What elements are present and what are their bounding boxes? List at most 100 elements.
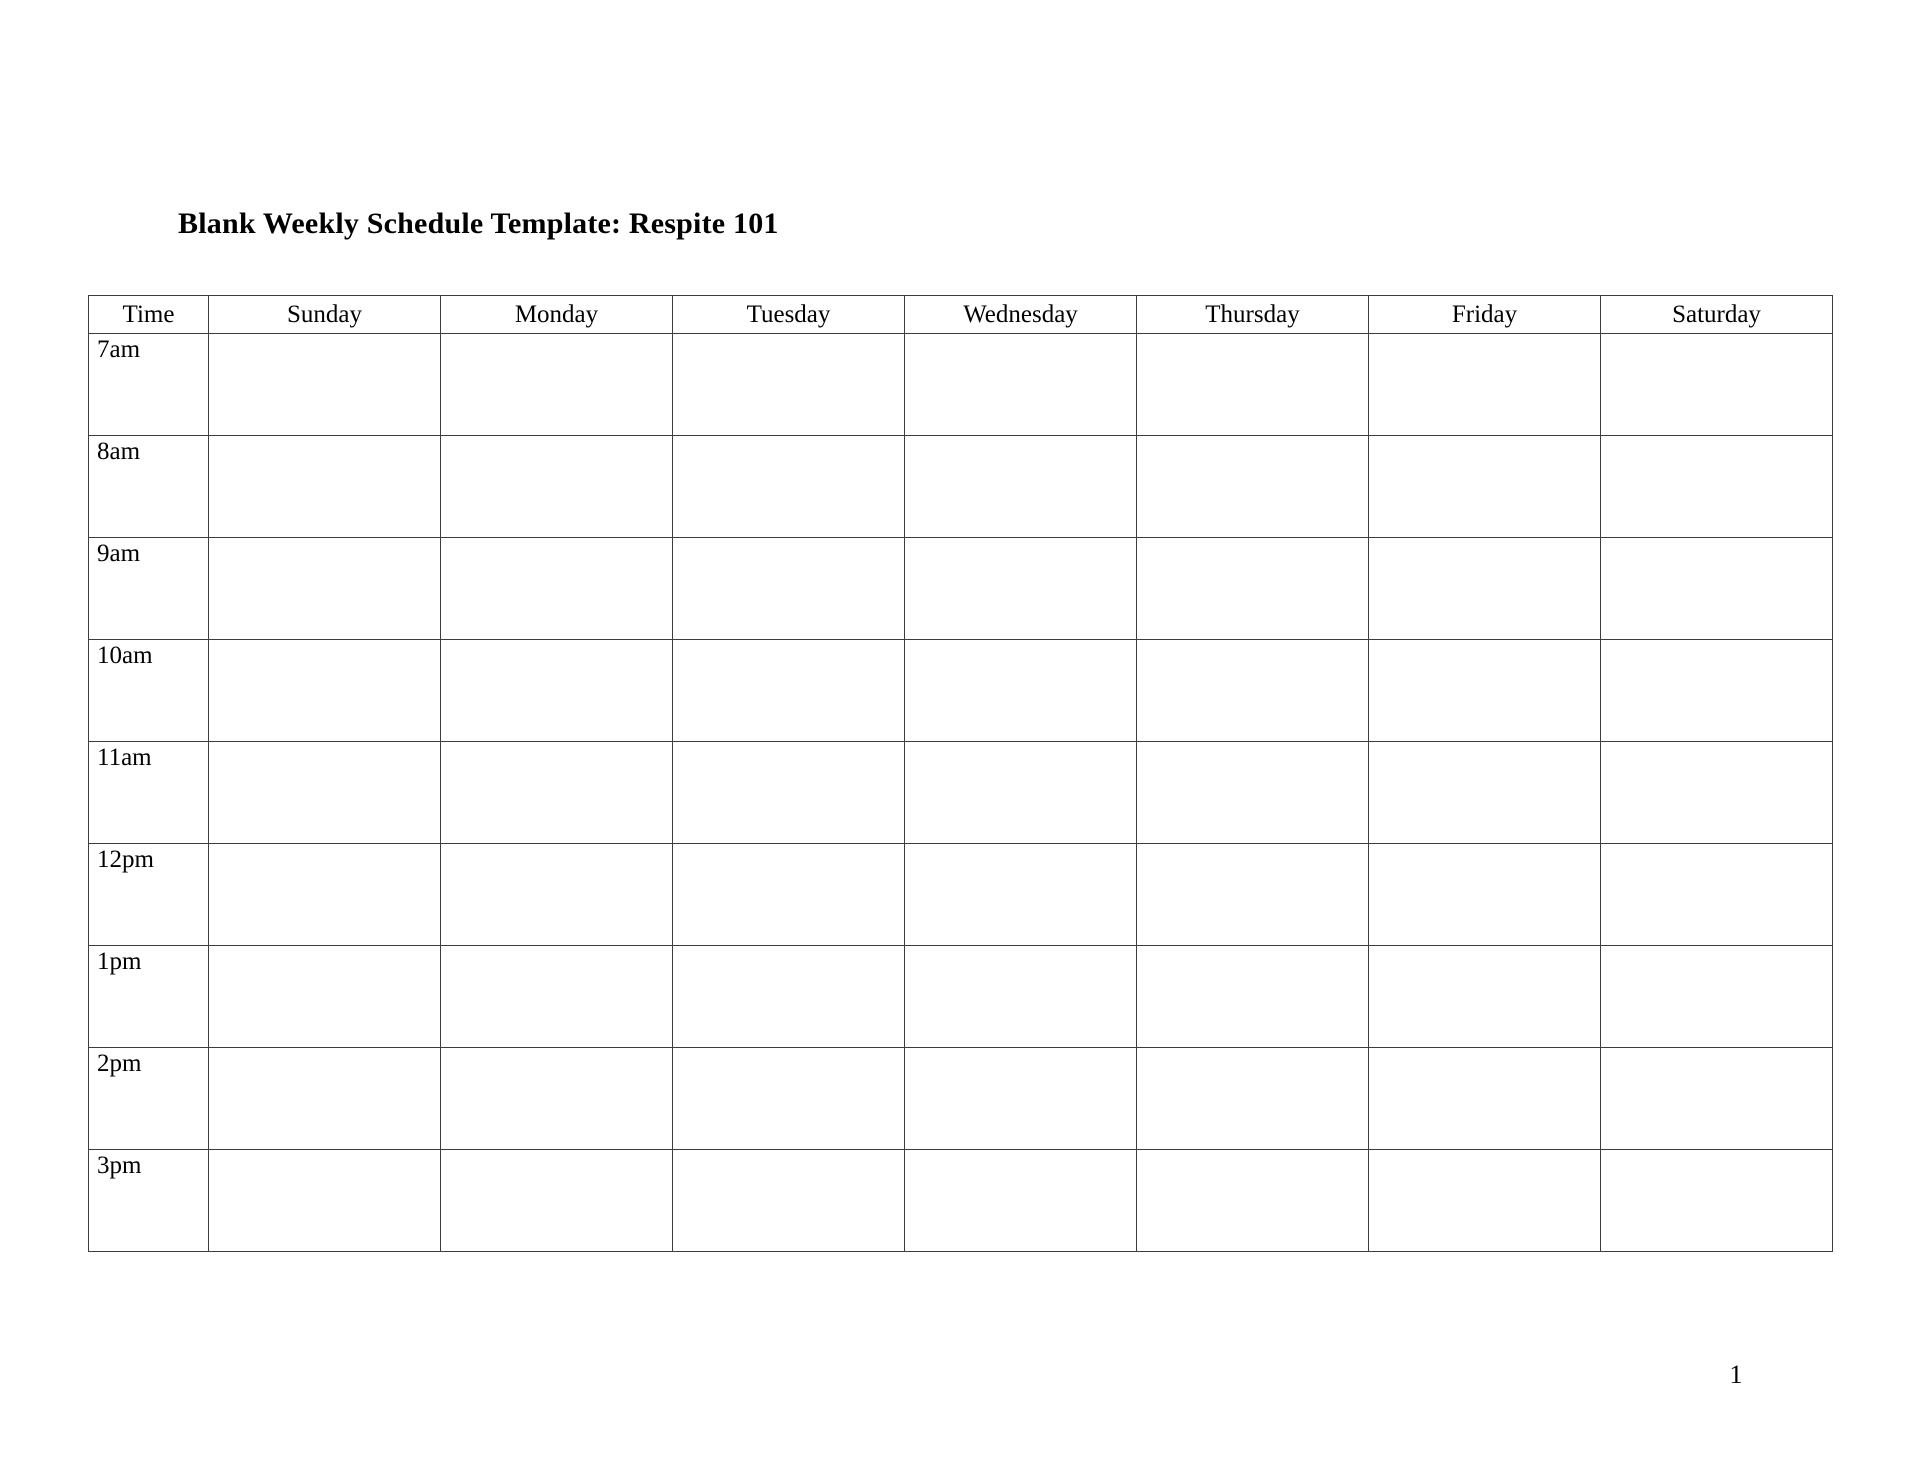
schedule-slot-thursday[interactable]	[1136, 741, 1369, 844]
schedule-slot-wednesday[interactable]	[904, 537, 1137, 640]
column-header-monday: Monday	[440, 295, 673, 334]
page-title: Blank Weekly Schedule Template: Respite …	[178, 207, 779, 240]
schedule-slot-friday[interactable]	[1368, 537, 1601, 640]
header-row: Time Sunday Monday Tuesday Wednesday Thursday…	[88, 295, 1833, 334]
schedule-slot-wednesday[interactable]	[904, 1149, 1137, 1252]
schedule-slot-tuesday[interactable]	[672, 843, 905, 946]
schedule-slot-wednesday[interactable]	[904, 945, 1137, 1048]
schedule-slot-wednesday[interactable]	[904, 1047, 1137, 1150]
column-header-thursday: Thursday	[1136, 295, 1369, 334]
schedule-slot-saturday[interactable]	[1600, 333, 1833, 436]
schedule-slot-thursday[interactable]	[1136, 537, 1369, 640]
schedule-slot-sunday[interactable]	[208, 537, 441, 640]
column-header-saturday: Saturday	[1600, 295, 1833, 334]
schedule-slot-saturday[interactable]	[1600, 1047, 1833, 1150]
schedule-slot-sunday[interactable]	[208, 1149, 441, 1252]
schedule-slot-tuesday[interactable]	[672, 435, 905, 538]
schedule-slot-thursday[interactable]	[1136, 843, 1369, 946]
schedule-slot-friday[interactable]	[1368, 333, 1601, 436]
schedule-slot-sunday[interactable]	[208, 435, 441, 538]
schedule-slot-saturday[interactable]	[1600, 435, 1833, 538]
time-label-cell: 7am	[88, 333, 209, 436]
schedule-slot-saturday[interactable]	[1600, 1149, 1833, 1252]
schedule-slot-tuesday[interactable]	[672, 741, 905, 844]
time-label-cell: 8am	[88, 435, 209, 538]
schedule-slot-thursday[interactable]	[1136, 1149, 1369, 1252]
schedule-slot-tuesday[interactable]	[672, 333, 905, 436]
schedule-slot-tuesday[interactable]	[672, 1149, 905, 1252]
time-label-cell: 9am	[88, 537, 209, 640]
schedule-slot-sunday[interactable]	[208, 843, 441, 946]
time-label: 12pm	[97, 846, 154, 873]
schedule-slot-tuesday[interactable]	[672, 639, 905, 742]
column-header-wednesday: Wednesday	[904, 295, 1137, 334]
weekly-schedule-table-container: Time Sunday Monday Tuesday Wednesday Thursday…	[88, 295, 1833, 1252]
table-row: 3pm	[88, 1149, 1833, 1252]
table-row: 2pm	[88, 1047, 1833, 1150]
time-label: 8am	[97, 438, 141, 465]
schedule-slot-thursday[interactable]	[1136, 1047, 1369, 1150]
schedule-slot-saturday[interactable]	[1600, 945, 1833, 1048]
schedule-slot-sunday[interactable]	[208, 741, 441, 844]
schedule-slot-tuesday[interactable]	[672, 945, 905, 1048]
table-row: 1pm	[88, 945, 1833, 1048]
time-label: 3pm	[97, 1152, 142, 1179]
table-row: 11am	[88, 741, 1833, 844]
schedule-slot-saturday[interactable]	[1600, 843, 1833, 946]
time-label-cell: 3pm	[88, 1149, 209, 1252]
schedule-slot-thursday[interactable]	[1136, 945, 1369, 1048]
schedule-slot-sunday[interactable]	[208, 945, 441, 1048]
table-row: 8am	[88, 435, 1833, 538]
schedule-slot-sunday[interactable]	[208, 333, 441, 436]
schedule-slot-tuesday[interactable]	[672, 537, 905, 640]
schedule-slot-friday[interactable]	[1368, 435, 1601, 538]
schedule-slot-friday[interactable]	[1368, 945, 1601, 1048]
time-label-cell: 10am	[88, 639, 209, 742]
schedule-header: Time Sunday Monday Tuesday Wednesday Thursday…	[88, 295, 1833, 334]
schedule-slot-monday[interactable]	[440, 1149, 673, 1252]
schedule-slot-wednesday[interactable]	[904, 435, 1137, 538]
time-label: 9am	[97, 540, 141, 567]
schedule-slot-saturday[interactable]	[1600, 741, 1833, 844]
schedule-body: 7am 8am 9am 10am 11am 12pm 1pm 2pm 3pm	[88, 333, 1833, 1252]
column-header-time: Time	[88, 295, 209, 334]
schedule-slot-monday[interactable]	[440, 537, 673, 640]
schedule-slot-friday[interactable]	[1368, 639, 1601, 742]
table-row: 10am	[88, 639, 1833, 742]
schedule-slot-thursday[interactable]	[1136, 639, 1369, 742]
schedule-slot-friday[interactable]	[1368, 1047, 1601, 1150]
schedule-slot-thursday[interactable]	[1136, 333, 1369, 436]
table-row: 12pm	[88, 843, 1833, 946]
schedule-slot-wednesday[interactable]	[904, 639, 1137, 742]
weekly-schedule-table: Time Sunday Monday Tuesday Wednesday Thursday…	[88, 295, 1833, 1252]
schedule-slot-monday[interactable]	[440, 435, 673, 538]
time-label: 7am	[97, 336, 141, 363]
schedule-slot-friday[interactable]	[1368, 1149, 1601, 1252]
schedule-slot-saturday[interactable]	[1600, 639, 1833, 742]
schedule-slot-wednesday[interactable]	[904, 333, 1137, 436]
time-label: 11am	[97, 744, 152, 771]
time-label: 1pm	[97, 948, 142, 975]
schedule-slot-wednesday[interactable]	[904, 843, 1137, 946]
schedule-slot-wednesday[interactable]	[904, 741, 1137, 844]
schedule-slot-monday[interactable]	[440, 639, 673, 742]
schedule-slot-monday[interactable]	[440, 741, 673, 844]
column-header-friday: Friday	[1368, 295, 1601, 334]
time-label-cell: 2pm	[88, 1047, 209, 1150]
schedule-slot-monday[interactable]	[440, 333, 673, 436]
schedule-slot-monday[interactable]	[440, 1047, 673, 1150]
schedule-slot-sunday[interactable]	[208, 1047, 441, 1150]
column-header-sunday: Sunday	[208, 295, 441, 334]
schedule-slot-friday[interactable]	[1368, 843, 1601, 946]
schedule-slot-monday[interactable]	[440, 945, 673, 1048]
schedule-slot-thursday[interactable]	[1136, 435, 1369, 538]
schedule-slot-tuesday[interactable]	[672, 1047, 905, 1150]
schedule-slot-sunday[interactable]	[208, 639, 441, 742]
time-label-cell: 1pm	[88, 945, 209, 1048]
schedule-slot-saturday[interactable]	[1600, 537, 1833, 640]
schedule-slot-monday[interactable]	[440, 843, 673, 946]
schedule-slot-friday[interactable]	[1368, 741, 1601, 844]
time-label-cell: 12pm	[88, 843, 209, 946]
table-row: 7am	[88, 333, 1833, 436]
table-row: 9am	[88, 537, 1833, 640]
